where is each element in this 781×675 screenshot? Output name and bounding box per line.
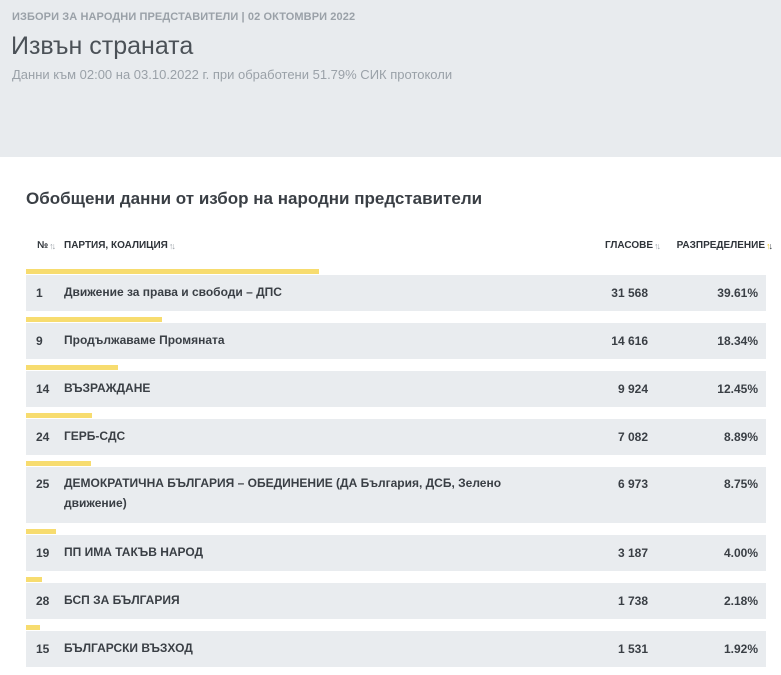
party-percentage: 1.92% <box>723 642 758 656</box>
table-row: 28 БСП ЗА БЪЛГАРИЯ 1 738 2.18% <box>26 577 766 619</box>
distribution-bar <box>26 625 40 630</box>
column-header-distribution-label: РАЗПРЕДЕЛЕНИЕ <box>676 240 765 251</box>
party-number: 15 <box>36 642 50 656</box>
page-title: Извън страната <box>11 32 194 60</box>
table-row: 19 ПП ИМА ТАКЪВ НАРОД 3 187 4.00% <box>26 529 766 571</box>
sort-icon[interactable]: ↑↓ <box>49 241 56 251</box>
distribution-bar <box>26 413 92 418</box>
distribution-bar <box>26 577 42 582</box>
table-row: 14 ВЪЗРАЖДАНЕ 9 924 12.45% <box>26 365 766 407</box>
party-percentage: 8.89% <box>723 430 758 444</box>
party-number: 1 <box>36 286 43 300</box>
party-votes: 9 924 <box>617 382 648 396</box>
party-name: БСП ЗА БЪЛГАРИЯ <box>64 593 180 607</box>
table-row: 9 Продължаваме Промяната 14 616 18.34% <box>26 317 766 359</box>
party-name: ГЕРБ-СДС <box>64 429 126 443</box>
party-votes: 31 568 <box>611 286 648 300</box>
party-votes: 1 738 <box>617 594 648 608</box>
party-percentage: 2.18% <box>723 594 758 608</box>
table-row: 15 БЪЛГАРСКИ ВЪЗХОД 1 531 1.92% <box>26 625 766 667</box>
party-percentage: 8.75% <box>723 477 758 491</box>
distribution-bar <box>26 269 319 274</box>
party-percentage: 4.00% <box>723 546 758 560</box>
distribution-bar <box>26 365 118 370</box>
distribution-bar <box>26 317 162 322</box>
party-number: 24 <box>36 430 50 444</box>
party-votes: 14 616 <box>611 334 648 348</box>
data-status-subtitle: Данни към 02:00 на 03.10.2022 г. при обр… <box>12 67 453 82</box>
section-title: Обобщени данни от избор на народни предс… <box>26 189 483 208</box>
party-name: ПП ИМА ТАКЪВ НАРОД <box>64 545 204 559</box>
sort-icon[interactable]: ↑↓ <box>169 241 176 251</box>
table-header: № ↑↓ ПАРТИЯ, КОАЛИЦИЯ ↑↓ ГЛАСОВЕ ↑↓ РАЗП… <box>26 236 773 256</box>
party-number: 28 <box>36 594 50 608</box>
party-percentage: 39.61% <box>717 286 758 300</box>
party-name: БЪЛГАРСКИ ВЪЗХОД <box>64 641 193 655</box>
sort-desc-icon[interactable]: ↑↓ <box>766 241 773 251</box>
party-name: Продължаваме Промяната <box>64 333 225 347</box>
column-header-distribution[interactable]: РАЗПРЕДЕЛЕНИЕ ↑↓ <box>676 240 773 251</box>
column-header-party-label: ПАРТИЯ, КОАЛИЦИЯ <box>64 240 168 251</box>
party-votes: 6 973 <box>617 477 648 491</box>
party-votes: 1 531 <box>617 642 648 656</box>
party-number: 19 <box>36 546 50 560</box>
page-header: ИЗБОРИ ЗА НАРОДНИ ПРЕДСТАВИТЕЛИ | 02 ОКТ… <box>0 0 781 157</box>
party-votes: 7 082 <box>617 430 648 444</box>
column-header-votes-label: ГЛАСОВЕ <box>604 240 653 251</box>
party-number: 9 <box>36 334 43 348</box>
party-name: ДЕМОКРАТИЧНА БЪЛГАРИЯ – ОБЕДИНЕНИЕ (ДА Б… <box>64 476 502 510</box>
party-name: ВЪЗРАЖДАНЕ <box>64 381 151 395</box>
column-header-num[interactable]: № ↑↓ <box>37 240 56 251</box>
distribution-bar <box>26 461 91 466</box>
distribution-bar <box>26 529 56 534</box>
column-header-votes[interactable]: ГЛАСОВЕ ↑↓ <box>604 240 661 251</box>
party-percentage: 18.34% <box>717 334 758 348</box>
table-row: 24 ГЕРБ-СДС 7 082 8.89% <box>26 413 766 455</box>
election-eyebrow: ИЗБОРИ ЗА НАРОДНИ ПРЕДСТАВИТЕЛИ | 02 ОКТ… <box>12 11 356 23</box>
party-percentage: 12.45% <box>717 382 758 396</box>
column-header-party[interactable]: ПАРТИЯ, КОАЛИЦИЯ ↑↓ <box>64 240 176 251</box>
column-header-num-label: № <box>37 240 49 251</box>
party-votes: 3 187 <box>617 546 648 560</box>
party-number: 25 <box>36 477 50 491</box>
sort-icon[interactable]: ↑↓ <box>654 241 661 251</box>
party-name: Движение за права и свободи – ДПС <box>64 285 282 299</box>
party-number: 14 <box>36 382 50 396</box>
table-row: 25 ДЕМОКРАТИЧНА БЪЛГАРИЯ – ОБЕДИНЕНИЕ (ДА… <box>26 461 766 523</box>
table-row: 1 Движение за права и свободи – ДПС 31 568… <box>26 269 766 311</box>
